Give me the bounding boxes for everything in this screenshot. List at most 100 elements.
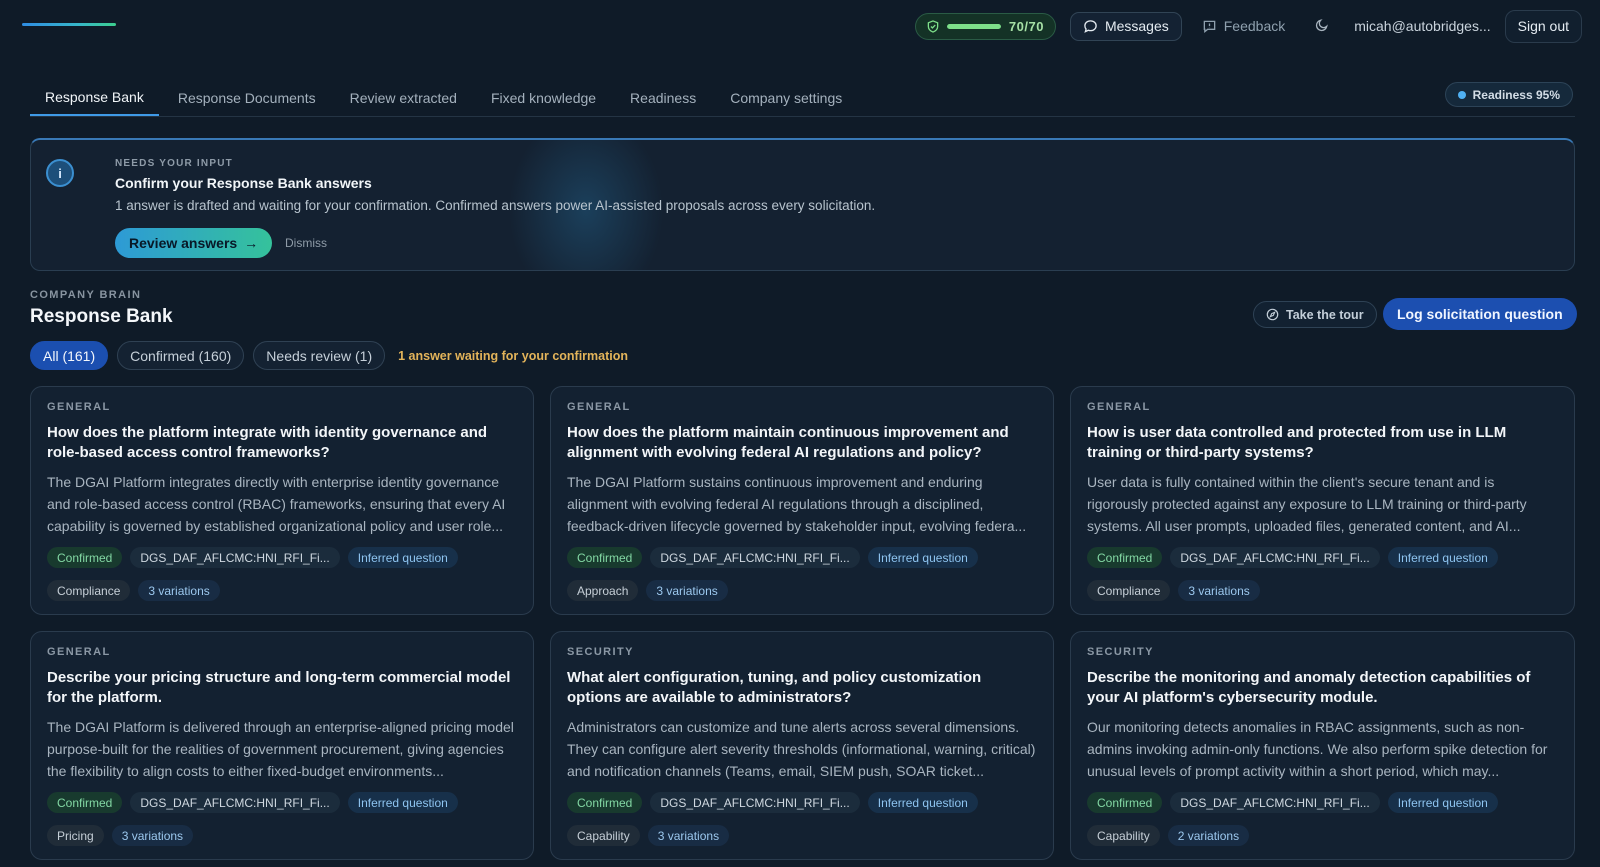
take-tour-button[interactable]: Take the tour [1253, 301, 1377, 328]
response-card[interactable]: GENERAL How is user data controlled and … [1070, 386, 1575, 615]
needs-input-banner: i NEEDS YOUR INPUT Confirm your Response… [30, 138, 1575, 271]
tab-response-documents[interactable]: Response Documents [163, 80, 331, 116]
progress-bar [946, 23, 1001, 29]
info-icon: i [46, 159, 74, 187]
readiness-label: Readiness 95% [1472, 87, 1560, 102]
compass-icon [1266, 308, 1279, 321]
main-tabs: Response Bank Response Documents Review … [30, 80, 1575, 117]
progress-bar-fill [946, 23, 1001, 29]
tab-readiness[interactable]: Readiness [615, 80, 711, 116]
review-answers-button[interactable]: Review answers → [115, 228, 273, 258]
card-tags: Confirmed DGS_DAF_AFLCMC:HNI_RFI_Fi... I… [567, 547, 1037, 601]
topic-tag: Approach [567, 580, 639, 601]
status-badge: Confirmed [1087, 547, 1163, 568]
logo[interactable] [22, 23, 116, 26]
tab-company-settings[interactable]: Company settings [715, 80, 857, 116]
source-document-tag[interactable]: DGS_DAF_AFLCMC:HNI_RFI_Fi... [1170, 547, 1380, 568]
tab-list: Response Bank Response Documents Review … [30, 80, 1575, 116]
source-document-tag[interactable]: DGS_DAF_AFLCMC:HNI_RFI_Fi... [130, 792, 340, 813]
shield-check-icon [927, 19, 939, 33]
inferred-question-tag: Inferred question [1387, 547, 1498, 568]
feedback-button[interactable]: Feedback [1196, 18, 1291, 34]
response-card[interactable]: GENERAL How does the platform integrate … [30, 386, 534, 615]
variations-tag[interactable]: 3 variations [111, 825, 194, 846]
card-tags: Confirmed DGS_DAF_AFLCMC:HNI_RFI_Fi... I… [47, 792, 517, 846]
topic-tag: Compliance [47, 580, 131, 601]
response-card-grid: GENERAL How does the platform integrate … [30, 386, 1575, 860]
filter-confirmed[interactable]: Confirmed (160) [117, 341, 245, 370]
readiness-badge[interactable]: Readiness 95% [1444, 82, 1573, 107]
progress-indicator[interactable]: 70/70 [914, 12, 1056, 40]
log-solicitation-button[interactable]: Log solicitation question [1383, 298, 1577, 330]
response-card[interactable]: GENERAL How does the platform maintain c… [550, 386, 1054, 615]
variations-tag[interactable]: 3 variations [1178, 580, 1260, 601]
card-question: How does the platform maintain continuou… [567, 424, 1009, 461]
topbar-actions: 70/70 Messages Feedback micah@autobridge… [914, 9, 1582, 43]
progress-label: 70/70 [1008, 18, 1044, 34]
dismiss-button[interactable]: Dismiss [285, 236, 327, 250]
card-tags: Confirmed DGS_DAF_AFLCMC:HNI_RFI_Fi... I… [47, 547, 517, 601]
card-tags: Confirmed DGS_DAF_AFLCMC:HNI_RFI_Fi... I… [567, 792, 1037, 846]
topic-tag: Pricing [47, 825, 104, 846]
user-email[interactable]: micah@autobridges... [1354, 18, 1490, 34]
moon-icon [1316, 18, 1329, 31]
card-question: Describe your pricing structure and long… [47, 669, 511, 706]
card-answer: User data is fully contained within the … [1087, 474, 1527, 534]
card-category: GENERAL [1087, 401, 1151, 413]
status-badge: Confirmed [567, 547, 643, 568]
card-question: Describe the monitoring and anomaly dete… [1087, 669, 1531, 706]
filter-needs-review[interactable]: Needs review (1) [253, 341, 386, 370]
card-answer: Administrators can customize and tune al… [567, 719, 1036, 779]
inferred-question-tag: Inferred question [867, 547, 978, 568]
card-category: SECURITY [567, 646, 634, 658]
source-document-tag[interactable]: DGS_DAF_AFLCMC:HNI_RFI_Fi... [650, 547, 860, 568]
inferred-question-tag: Inferred question [347, 547, 458, 568]
source-document-tag[interactable]: DGS_DAF_AFLCMC:HNI_RFI_Fi... [130, 547, 340, 568]
inferred-question-tag: Inferred question [867, 792, 978, 813]
arrow-right-icon: → [244, 235, 259, 251]
card-category: GENERAL [47, 646, 111, 658]
messages-label: Messages [1104, 18, 1169, 34]
topic-tag: Compliance [1087, 580, 1171, 601]
review-answers-label: Review answers [129, 235, 238, 251]
signout-button[interactable]: Sign out [1504, 9, 1582, 43]
chat-bubble-icon [1084, 19, 1097, 33]
source-document-tag[interactable]: DGS_DAF_AFLCMC:HNI_RFI_Fi... [1170, 792, 1380, 813]
status-dot [1457, 90, 1466, 99]
card-question: How is user data controlled and protecte… [1087, 424, 1507, 461]
section-eyebrow: COMPANY BRAIN [30, 289, 142, 301]
filter-all[interactable]: All (161) [30, 341, 109, 370]
feedback-label: Feedback [1223, 18, 1286, 34]
messages-button[interactable]: Messages [1069, 11, 1182, 41]
inferred-question-tag: Inferred question [347, 792, 458, 813]
banner-eyebrow: NEEDS YOUR INPUT [115, 158, 233, 169]
response-card[interactable]: SECURITY What alert configuration, tunin… [550, 631, 1054, 860]
variations-tag[interactable]: 3 variations [647, 825, 730, 846]
card-answer: The DGAI Platform is delivered through a… [47, 719, 514, 779]
banner-description: 1 answer is drafted and waiting for your… [115, 198, 876, 213]
card-tags: Confirmed DGS_DAF_AFLCMC:HNI_RFI_Fi... I… [1087, 547, 1558, 601]
variations-tag[interactable]: 2 variations [1167, 825, 1250, 846]
card-answer: Our monitoring detects anomalies in RBAC… [1087, 719, 1548, 779]
take-tour-label: Take the tour [1286, 307, 1364, 322]
card-category: GENERAL [567, 401, 631, 413]
status-badge: Confirmed [567, 792, 643, 813]
top-bar: 70/70 Messages Feedback micah@autobridge… [0, 0, 1600, 52]
variations-tag[interactable]: 3 variations [646, 580, 728, 601]
inferred-question-tag: Inferred question [1387, 792, 1498, 813]
status-badge: Confirmed [47, 792, 123, 813]
card-question: What alert configuration, tuning, and po… [567, 669, 982, 706]
tab-fixed-knowledge[interactable]: Fixed knowledge [476, 80, 611, 116]
source-document-tag[interactable]: DGS_DAF_AFLCMC:HNI_RFI_Fi... [650, 792, 860, 813]
response-card[interactable]: GENERAL Describe your pricing structure … [30, 631, 534, 860]
filter-bar: All (161) Confirmed (160) Needs review (… [30, 341, 628, 370]
tab-review-extracted[interactable]: Review extracted [335, 80, 472, 116]
card-question: How does the platform integrate with ide… [47, 424, 488, 461]
response-card[interactable]: SECURITY Describe the monitoring and ano… [1070, 631, 1575, 860]
pending-note: 1 answer waiting for your confirmation [398, 348, 629, 363]
topic-tag: Capability [567, 825, 640, 846]
card-category: GENERAL [47, 401, 111, 413]
tab-response-bank[interactable]: Response Bank [30, 80, 159, 116]
theme-toggle[interactable] [1305, 17, 1340, 36]
variations-tag[interactable]: 3 variations [138, 580, 220, 601]
